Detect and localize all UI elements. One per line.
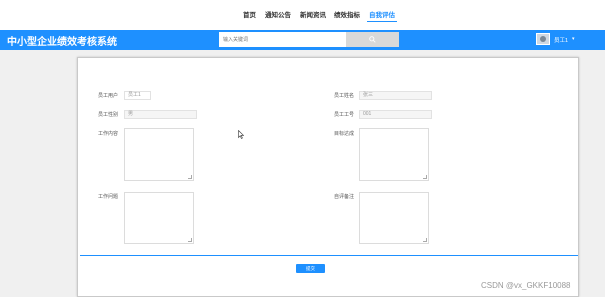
search-button[interactable]	[346, 32, 399, 47]
work-content-textarea[interactable]	[124, 128, 194, 181]
goal-achievement-textarea[interactable]	[359, 128, 429, 181]
watermark: CSDN @vx_GKKF10088	[481, 281, 571, 290]
self-evaluation-remark-label: 自评备注	[334, 194, 355, 200]
employee-name-field: 张三	[359, 91, 432, 100]
mouse-cursor-icon	[238, 130, 244, 139]
work-content-label: 工作内容	[98, 131, 119, 137]
nav-item-self-assessment[interactable]: 自我评估	[369, 9, 395, 19]
self-evaluation-remark-textarea[interactable]	[359, 192, 429, 244]
goal-achievement-label: 目标达成	[334, 131, 355, 137]
avatar[interactable]	[536, 33, 550, 45]
nav-item-notices[interactable]: 通知公告	[265, 9, 291, 19]
search-input[interactable]	[219, 32, 346, 47]
form-divider	[80, 255, 578, 256]
submit-button[interactable]: 提交	[296, 264, 325, 273]
active-tab-indicator	[367, 21, 397, 22]
employee-name-label: 员工姓名	[334, 93, 355, 99]
chevron-down-icon[interactable]: ▾	[572, 36, 575, 42]
employee-gender-label: 员工性别	[98, 112, 119, 118]
work-issues-label: 工作问题	[98, 194, 119, 200]
employee-id-label: 员工工号	[334, 112, 355, 118]
nav-item-home[interactable]: 首页	[243, 9, 256, 19]
user-name[interactable]: 员工1	[554, 36, 568, 44]
search-icon	[369, 36, 376, 43]
employee-user-field: 员工1	[124, 91, 151, 100]
self-assessment-form: 员工用户 员工1 员工姓名 张三 员工性别 男 员工工号 001 工作内容 目标…	[77, 57, 579, 297]
employee-user-label: 员工用户	[98, 93, 119, 99]
employee-gender-field: 男	[124, 110, 197, 119]
top-navigation: 首页 通知公告 新闻资讯 绩效指标 自我评估	[0, 0, 605, 30]
employee-id-field: 001	[359, 110, 432, 119]
work-issues-textarea[interactable]	[124, 192, 194, 244]
nav-item-news[interactable]: 新闻资讯	[300, 9, 326, 19]
nav-item-performance-indicators[interactable]: 绩效指标	[334, 9, 360, 19]
site-title: 中小型企业绩效考核系统	[7, 37, 117, 48]
site-header: 中小型企业绩效考核系统 员工1 ▾	[0, 30, 605, 50]
